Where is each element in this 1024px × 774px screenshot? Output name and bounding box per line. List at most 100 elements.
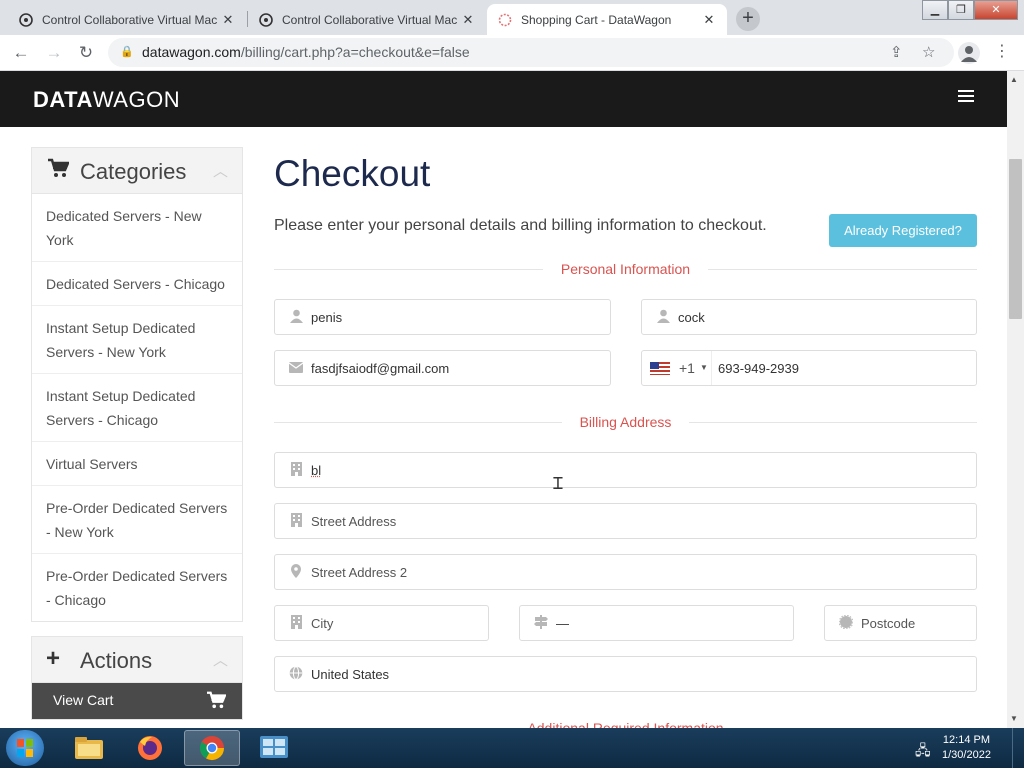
site-header: DATAWAGON xyxy=(0,71,1007,127)
restore-window-button[interactable]: ❐ xyxy=(948,0,974,20)
new-tab-button[interactable]: + xyxy=(736,7,760,31)
categories-panel: Categories ︿ Dedicated Servers - New Yor… xyxy=(31,147,243,622)
city-field[interactable]: City xyxy=(274,605,489,641)
minimize-window-button[interactable]: ▁ xyxy=(922,0,948,20)
building-icon xyxy=(288,513,304,530)
category-item[interactable]: Dedicated Servers - Chicago xyxy=(32,262,242,306)
url-path: /billing/cart.php?a=checkout&e=false xyxy=(241,44,470,60)
phone-number-value: 693-949-2939 xyxy=(718,361,799,376)
show-desktop-button[interactable] xyxy=(1012,728,1024,768)
phone-field[interactable]: +1 ▼ 693-949-2939 xyxy=(641,350,977,386)
category-item[interactable]: Pre-Order Dedicated Servers - New York xyxy=(32,486,242,554)
category-item[interactable]: Instant Setup Dedicated Servers - New Yo… xyxy=(32,306,242,374)
category-item[interactable]: Pre-Order Dedicated Servers - Chicago xyxy=(32,554,242,621)
building-icon xyxy=(288,462,304,479)
reload-icon[interactable]: ↻ xyxy=(74,41,98,65)
plus-icon: + xyxy=(46,645,60,673)
us-flag-icon xyxy=(650,362,670,375)
page-title: Checkout xyxy=(274,153,430,195)
globe-icon xyxy=(288,666,304,683)
browser-tab-3-active[interactable]: Shopping Cart - DataWagon ✕ xyxy=(487,4,727,35)
checkout-intro: Please enter your personal details and b… xyxy=(274,217,767,235)
scrollbar-thumb[interactable] xyxy=(1009,159,1022,319)
browser-tab-2[interactable]: Control Collaborative Virtual Mac ✕ xyxy=(248,4,486,35)
signpost-icon xyxy=(533,615,549,632)
chevron-up-icon[interactable]: ︿ xyxy=(213,649,228,670)
logo-bold-text: DATA xyxy=(33,87,93,112)
close-tab-icon[interactable]: ✕ xyxy=(220,12,236,28)
vm-favicon-icon xyxy=(18,12,34,28)
street-address-2-field[interactable]: Street Address 2 xyxy=(274,554,977,590)
category-item[interactable]: Instant Setup Dedicated Servers - Chicag… xyxy=(32,374,242,442)
page-viewport: DATAWAGON Categories ︿ Dedicated Servers… xyxy=(0,71,1024,728)
additional-info-heading: Additional Required Information xyxy=(274,720,977,728)
chevron-up-icon[interactable]: ︿ xyxy=(213,160,228,181)
clock-time: 12:14 PM xyxy=(942,733,991,748)
firefox-icon[interactable] xyxy=(122,730,178,766)
user-icon xyxy=(655,309,671,326)
taskbar-clock[interactable]: 12:14 PM 1/30/2022 xyxy=(942,733,991,763)
map-marker-icon xyxy=(288,564,304,581)
personal-info-text: Personal Information xyxy=(543,261,708,277)
forward-arrow-icon[interactable]: → xyxy=(42,41,66,65)
chrome-icon[interactable] xyxy=(184,730,240,766)
scroll-down-arrow-icon[interactable]: ▼ xyxy=(1010,714,1018,723)
file-explorer-icon[interactable] xyxy=(61,730,117,766)
phone-dial-code: +1 xyxy=(679,360,695,376)
network-tray-icon[interactable]: 🖧 xyxy=(915,740,931,764)
share-icon[interactable]: ⇪ xyxy=(890,38,903,67)
country-select[interactable]: United States xyxy=(274,656,977,692)
bookmark-star-icon[interactable]: ☆ xyxy=(922,38,935,67)
browser-tab-bar: Control Collaborative Virtual Mac ✕ Cont… xyxy=(0,0,1024,35)
view-cart-button[interactable]: View Cart xyxy=(32,683,242,719)
url-text: datawagon.com/billing/cart.php?a=checkou… xyxy=(142,38,470,67)
actions-panel: + Actions ︿ View Cart xyxy=(31,636,243,720)
scroll-up-arrow-icon[interactable]: ▲ xyxy=(1010,75,1018,84)
clock-date: 1/30/2022 xyxy=(942,748,991,763)
shopping-cart-icon xyxy=(47,158,69,184)
categories-title: Categories xyxy=(80,159,186,185)
caret-down-icon: ▼ xyxy=(700,363,708,372)
user-icon xyxy=(288,309,304,326)
personal-info-heading: Personal Information xyxy=(274,261,977,277)
envelope-icon xyxy=(288,360,304,376)
url-host: datawagon.com xyxy=(142,44,241,60)
close-window-button[interactable]: ✕ xyxy=(974,0,1018,20)
logo-light-text: WAGON xyxy=(93,87,180,112)
close-tab-icon[interactable]: ✕ xyxy=(460,12,476,28)
hamburger-menu-icon[interactable] xyxy=(958,90,974,104)
address-bar[interactable]: 🔒 datawagon.com/billing/cart.php?a=check… xyxy=(108,38,954,67)
street-address-2-placeholder: Street Address 2 xyxy=(311,565,407,580)
first-name-field[interactable]: penis xyxy=(274,299,611,335)
company-field[interactable]: bl xyxy=(274,452,977,488)
state-select[interactable]: — xyxy=(519,605,794,641)
site-logo[interactable]: DATAWAGON xyxy=(33,87,180,113)
email-value: fasdjfsaiodf@gmail.com xyxy=(311,361,449,376)
close-tab-icon[interactable]: ✕ xyxy=(701,12,717,28)
street-address-field[interactable]: Street Address xyxy=(274,503,977,539)
actions-header[interactable]: + Actions ︿ xyxy=(32,637,242,683)
tab-title: Control Collaborative Virtual Mac xyxy=(282,13,460,27)
email-field[interactable]: fasdjfsaiodf@gmail.com xyxy=(274,350,611,386)
browser-tab-1[interactable]: Control Collaborative Virtual Mac ✕ xyxy=(8,4,246,35)
category-item[interactable]: Dedicated Servers - New York xyxy=(32,194,242,262)
postcode-placeholder: Postcode xyxy=(861,616,915,631)
last-name-field[interactable]: cock xyxy=(641,299,977,335)
profile-avatar-icon[interactable] xyxy=(958,42,980,64)
windows-taskbar: 🖧 12:14 PM 1/30/2022 xyxy=(0,728,1024,768)
categories-header[interactable]: Categories ︿ xyxy=(32,148,242,194)
back-arrow-icon[interactable]: ← xyxy=(9,41,33,65)
datawagon-favicon-icon xyxy=(497,12,513,28)
state-value: — xyxy=(556,616,569,631)
control-panel-icon[interactable] xyxy=(246,730,302,766)
text-cursor-icon: Ꮖ xyxy=(553,476,564,494)
browser-menu-icon[interactable]: ⋮ xyxy=(994,41,1010,61)
vm-favicon-icon xyxy=(258,12,274,28)
phone-country-selector[interactable]: +1 ▼ xyxy=(642,351,712,385)
category-item[interactable]: Virtual Servers xyxy=(32,442,242,486)
start-button[interactable] xyxy=(6,730,44,766)
already-registered-button[interactable]: Already Registered? xyxy=(829,214,977,247)
last-name-value: cock xyxy=(678,310,705,325)
postcode-field[interactable]: Postcode xyxy=(824,605,977,641)
view-cart-label: View Cart xyxy=(53,692,113,708)
